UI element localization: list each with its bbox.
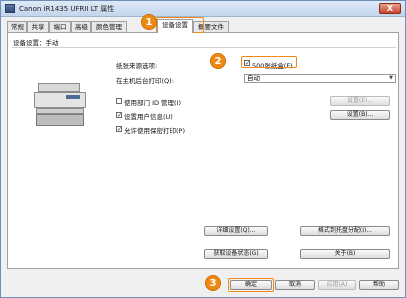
help-button[interactable]: 帮助 bbox=[359, 280, 399, 290]
title-bar[interactable]: Canon iR1435 UFRII LT 属性 X bbox=[1, 1, 405, 17]
callout-2: 2 bbox=[210, 53, 226, 69]
secure-print-label: 允许使用保密打印(P) bbox=[124, 127, 185, 135]
host-spool-select[interactable]: 自动 ▼ bbox=[244, 74, 396, 83]
paper-source-label: 纸张来源选项: bbox=[116, 62, 158, 70]
divider bbox=[12, 47, 396, 48]
detailed-settings-button[interactable]: 详细设置(Q)... bbox=[204, 226, 268, 236]
printer-properties-dialog: Canon iR1435 UFRII LT 属性 X 常规 共享 端口 高级 颜… bbox=[0, 0, 406, 298]
tab-color-management[interactable]: 颜色管理 bbox=[91, 21, 127, 32]
printer-icon bbox=[5, 4, 15, 13]
tab-sharing[interactable]: 共享 bbox=[27, 21, 49, 32]
tab-advanced[interactable]: 高级 bbox=[71, 21, 91, 32]
user-info-checkbox[interactable]: ✓ bbox=[116, 112, 122, 119]
cancel-button[interactable]: 取消 bbox=[275, 280, 315, 290]
tab-general[interactable]: 常规 bbox=[7, 21, 27, 32]
get-device-status-button[interactable]: 获取设备状态(G) bbox=[204, 249, 268, 259]
department-id-settings-button[interactable]: 设置(E)... bbox=[330, 96, 390, 106]
secure-print-checkbox[interactable]: ✓ bbox=[116, 126, 122, 133]
user-info-settings-button[interactable]: 设置(B)... bbox=[330, 110, 390, 120]
feeder-highlight bbox=[241, 56, 297, 68]
ok-highlight bbox=[228, 278, 274, 292]
tab-device-settings[interactable]: 设备设置 bbox=[157, 19, 193, 33]
tab-ports[interactable]: 端口 bbox=[49, 21, 71, 32]
department-id-checkbox[interactable] bbox=[116, 98, 122, 104]
callout-3: 3 bbox=[205, 275, 221, 291]
device-settings-heading: 设备设置：手动 bbox=[13, 39, 59, 47]
format-tray-assignment-button[interactable]: 格式到托盘分配(I)... bbox=[300, 226, 390, 236]
host-spool-value: 自动 bbox=[247, 74, 260, 82]
close-button[interactable]: X bbox=[379, 3, 401, 14]
chevron-down-icon: ▼ bbox=[389, 75, 393, 81]
host-spool-label: 在主机后台打印(Q): bbox=[116, 77, 174, 85]
department-id-label: 使用部门 ID 管理(I) bbox=[124, 99, 182, 107]
about-button[interactable]: 关于(B) bbox=[300, 249, 390, 259]
callout-1: 1 bbox=[141, 14, 157, 30]
window-title: Canon iR1435 UFRII LT 属性 bbox=[19, 5, 115, 13]
apply-button[interactable]: 应用(A) bbox=[318, 280, 356, 290]
user-info-label: 设置用户信息(U) bbox=[124, 113, 173, 121]
device-settings-panel: 设备设置：手动 纸张来源选项: ✓ 500张纸盒(F) 在主机后台打印(Q): … bbox=[7, 32, 399, 269]
printer-image bbox=[32, 83, 88, 127]
